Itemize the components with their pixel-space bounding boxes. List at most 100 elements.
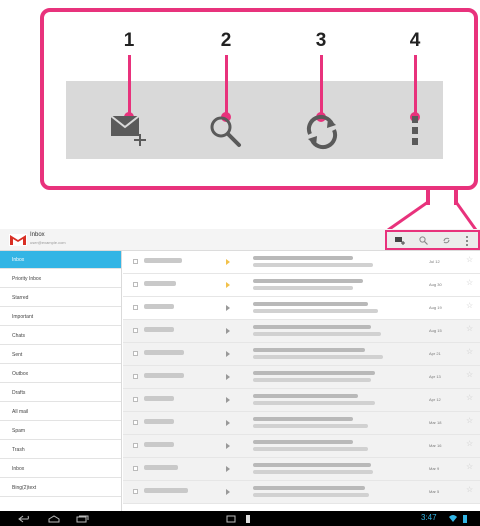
sender-placeholder <box>144 465 178 470</box>
star-icon[interactable]: ☆ <box>466 417 473 425</box>
overflow-menu-icon[interactable] <box>465 236 469 246</box>
sidebar-item-starred[interactable]: Starred <box>0 289 121 307</box>
row-checkbox[interactable] <box>133 443 138 448</box>
table-row[interactable]: Mar 16 ☆ <box>123 435 480 458</box>
important-marker-icon[interactable] <box>226 489 230 495</box>
sidebar-item-trash[interactable]: Trash <box>0 441 121 459</box>
sidebar-item-chats[interactable]: Chats <box>0 327 121 345</box>
table-row[interactable]: Aug 30 ☆ <box>123 274 480 297</box>
refresh-icon[interactable] <box>302 114 342 150</box>
callout-connector-lines <box>387 200 478 232</box>
snippet-placeholder <box>253 378 371 382</box>
sidebar-item-inbox[interactable]: Inbox <box>0 251 121 269</box>
sidebar-item-all-mail[interactable]: All mail <box>0 403 121 421</box>
message-date: Jul 12 <box>429 259 440 264</box>
compose-icon[interactable] <box>395 236 405 245</box>
row-checkbox[interactable] <box>133 374 138 379</box>
sender-placeholder <box>144 281 176 286</box>
overflow-menu-icon[interactable] <box>408 114 422 148</box>
table-row[interactable]: Mar 9 ☆ <box>123 458 480 481</box>
star-icon[interactable]: ☆ <box>466 371 473 379</box>
sidebar-item-drafts[interactable]: Drafts <box>0 384 121 402</box>
sidebar-item-label: Important <box>12 314 34 320</box>
sidebar-item-outbox[interactable]: Outbox <box>0 365 121 383</box>
important-marker-icon[interactable] <box>226 351 230 357</box>
important-marker-icon[interactable] <box>226 466 230 472</box>
subject-placeholder <box>253 348 365 352</box>
snippet-placeholder <box>253 424 368 428</box>
table-row[interactable]: Jul 12 ☆ <box>123 251 480 274</box>
status-time: 3:47 <box>421 513 437 522</box>
sidebar-item-inbox-2[interactable]: Inbox <box>0 460 121 478</box>
important-marker-icon[interactable] <box>226 374 230 380</box>
row-checkbox[interactable] <box>133 420 138 425</box>
table-row[interactable]: Aug 19 ☆ <box>123 297 480 320</box>
home-icon[interactable] <box>48 515 60 523</box>
row-checkbox[interactable] <box>133 466 138 471</box>
star-icon[interactable]: ☆ <box>466 348 473 356</box>
star-icon[interactable]: ☆ <box>466 394 473 402</box>
sender-placeholder <box>144 396 174 401</box>
message-date: Apr 12 <box>429 397 441 402</box>
row-checkbox[interactable] <box>133 282 138 287</box>
callout-number-1: 1 <box>123 30 135 51</box>
row-checkbox[interactable] <box>133 397 138 402</box>
recent-apps-icon[interactable] <box>76 515 90 523</box>
star-icon[interactable]: ☆ <box>466 279 473 287</box>
table-row[interactable]: Mar 5 ☆ <box>123 481 480 504</box>
row-checkbox[interactable] <box>133 489 138 494</box>
snippet-placeholder <box>253 493 369 497</box>
table-row[interactable]: Mar 18 ☆ <box>123 412 480 435</box>
row-checkbox[interactable] <box>133 328 138 333</box>
message-date: Mar 18 <box>429 420 442 425</box>
star-icon[interactable]: ☆ <box>466 325 473 333</box>
message-date: Mar 9 <box>429 466 440 471</box>
snippet-placeholder <box>253 309 378 313</box>
important-marker-icon[interactable] <box>226 397 230 403</box>
important-marker-icon[interactable] <box>226 420 230 426</box>
subject-placeholder <box>253 394 358 398</box>
back-icon[interactable] <box>18 515 32 523</box>
important-marker-icon[interactable] <box>226 328 230 334</box>
sidebar-item-label-folder[interactable]: Bing(2)text <box>0 479 121 497</box>
account-email[interactable]: user@example.com <box>30 240 66 245</box>
subject-placeholder <box>253 371 375 375</box>
row-checkbox[interactable] <box>133 351 138 356</box>
snippet-placeholder <box>253 355 383 359</box>
wifi-icon <box>449 515 457 522</box>
table-row[interactable]: Apr 13 ☆ <box>123 366 480 389</box>
sidebar-item-spam[interactable]: Spam <box>0 422 121 440</box>
sidebar-item-label: Bing(2)text <box>12 485 37 491</box>
sidebar-item-important[interactable]: Important <box>0 308 121 326</box>
subject-placeholder <box>253 302 368 306</box>
row-checkbox[interactable] <box>133 259 138 264</box>
star-icon[interactable]: ☆ <box>466 486 473 494</box>
sidebar-item-sent[interactable]: Sent <box>0 346 121 364</box>
subject-placeholder <box>253 440 353 444</box>
table-row[interactable]: Apr 12 ☆ <box>123 389 480 412</box>
important-marker-icon[interactable] <box>226 259 230 265</box>
refresh-icon[interactable] <box>442 236 451 245</box>
important-marker-icon[interactable] <box>226 282 230 288</box>
important-marker-icon[interactable] <box>226 443 230 449</box>
subject-placeholder <box>253 279 363 283</box>
important-marker-icon[interactable] <box>226 305 230 311</box>
row-checkbox[interactable] <box>133 305 138 310</box>
star-icon[interactable]: ☆ <box>466 302 473 310</box>
search-icon[interactable] <box>419 236 428 245</box>
sender-placeholder <box>144 327 174 332</box>
star-icon[interactable]: ☆ <box>466 256 473 264</box>
keyboard-icon <box>226 515 236 523</box>
battery-icon <box>463 515 467 523</box>
subject-placeholder <box>253 417 353 421</box>
star-icon[interactable]: ☆ <box>466 463 473 471</box>
compose-icon[interactable] <box>109 114 149 146</box>
table-row[interactable]: Aug 15 ☆ <box>123 320 480 343</box>
search-icon[interactable] <box>208 114 242 148</box>
sidebar-item-priority-inbox[interactable]: Priority Inbox <box>0 270 121 288</box>
star-icon[interactable]: ☆ <box>466 440 473 448</box>
table-row[interactable]: Apr 21 ☆ <box>123 343 480 366</box>
system-navigation-bar: 3:47 <box>0 511 480 526</box>
gmail-logo-icon[interactable] <box>9 234 27 246</box>
sender-placeholder <box>144 373 184 378</box>
